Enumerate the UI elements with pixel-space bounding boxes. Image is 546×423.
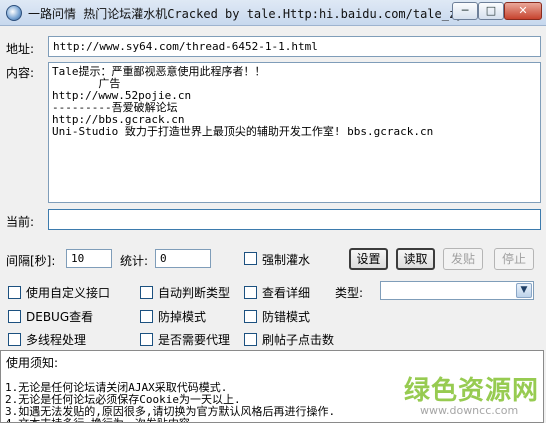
type-label: 类型: bbox=[335, 286, 364, 300]
close-button[interactable]: ✕ bbox=[504, 2, 542, 20]
custom-api-checkbox[interactable] bbox=[8, 286, 21, 299]
anti-drop-label: 防掉模式 bbox=[158, 310, 207, 324]
current-label: 当前: bbox=[6, 215, 35, 229]
debug-checkbox[interactable] bbox=[8, 310, 21, 323]
chevron-down-icon[interactable]: ▼ bbox=[516, 283, 532, 298]
content-textarea[interactable]: Tale提示：严重鄙视恶意使用此程序者！！ 广告 http://www.52po… bbox=[48, 62, 541, 203]
stats-label: 统计: bbox=[120, 254, 149, 268]
notes-title: 使用须知: bbox=[6, 356, 59, 370]
watermark: 绿色资源网 www.downcc.com bbox=[376, 370, 542, 422]
content-label: 内容: bbox=[6, 66, 35, 80]
maximize-button[interactable]: □ bbox=[478, 2, 504, 20]
stop-button[interactable]: 停止 bbox=[494, 248, 534, 270]
force-flood-checkbox[interactable] bbox=[244, 252, 257, 265]
auto-detect-label: 自动判断类型 bbox=[158, 286, 231, 300]
multithread-checkbox[interactable] bbox=[8, 333, 21, 346]
post-button[interactable]: 发贴 bbox=[443, 248, 483, 270]
minimize-button[interactable]: ─ bbox=[452, 2, 478, 20]
view-detail-label: 查看详细 bbox=[262, 286, 311, 300]
address-input[interactable]: http://www.sy64.com/thread-6452-1-1.html bbox=[48, 36, 541, 57]
refresh-clicks-label: 刷帖子点击数 bbox=[262, 333, 335, 347]
content-line: Tale提示：严重鄙视恶意使用此程序者！！ bbox=[52, 65, 266, 78]
title-bar: 一路问情 热门论坛灌水机Cracked by tale.Http:hi.baid… bbox=[0, 0, 546, 26]
anti-drop-checkbox[interactable] bbox=[140, 310, 153, 323]
need-proxy-checkbox[interactable] bbox=[140, 333, 153, 346]
interval-input[interactable]: 10 bbox=[66, 249, 112, 268]
watermark-url: www.downcc.com bbox=[420, 404, 519, 417]
anti-error-label: 防错模式 bbox=[262, 310, 311, 324]
type-select[interactable]: ▼ bbox=[380, 281, 534, 300]
app-icon bbox=[6, 5, 22, 21]
interval-label: 间隔[秒]: bbox=[6, 254, 56, 268]
need-proxy-label: 是否需要代理 bbox=[158, 333, 231, 347]
window-title: 一路问情 热门论坛灌水机Cracked by tale.Http:hi.baid… bbox=[28, 7, 464, 21]
content-line: Uni-Studio 致力于打造世界上最顶尖的辅助开发工作室! bbs.gcra… bbox=[52, 125, 434, 138]
watermark-text: 绿色资源网 bbox=[404, 376, 540, 406]
current-input[interactable] bbox=[48, 209, 541, 230]
stats-input[interactable]: 0 bbox=[155, 249, 211, 268]
force-flood-label: 强制灌水 bbox=[262, 253, 311, 267]
debug-label: DEBUG查看 bbox=[26, 310, 94, 324]
anti-error-checkbox[interactable] bbox=[244, 310, 257, 323]
custom-api-label: 使用自定义接口 bbox=[26, 286, 111, 300]
auto-detect-checkbox[interactable] bbox=[140, 286, 153, 299]
address-label: 地址: bbox=[6, 42, 35, 56]
multithread-label: 多线程处理 bbox=[26, 333, 87, 347]
read-button[interactable]: 读取 bbox=[396, 248, 435, 270]
settings-button[interactable]: 设置 bbox=[349, 248, 388, 270]
notes-line: 4.文本支持多行,换行为一次发贴内容. bbox=[5, 415, 197, 422]
refresh-clicks-checkbox[interactable] bbox=[244, 333, 257, 346]
view-detail-checkbox[interactable] bbox=[244, 286, 257, 299]
